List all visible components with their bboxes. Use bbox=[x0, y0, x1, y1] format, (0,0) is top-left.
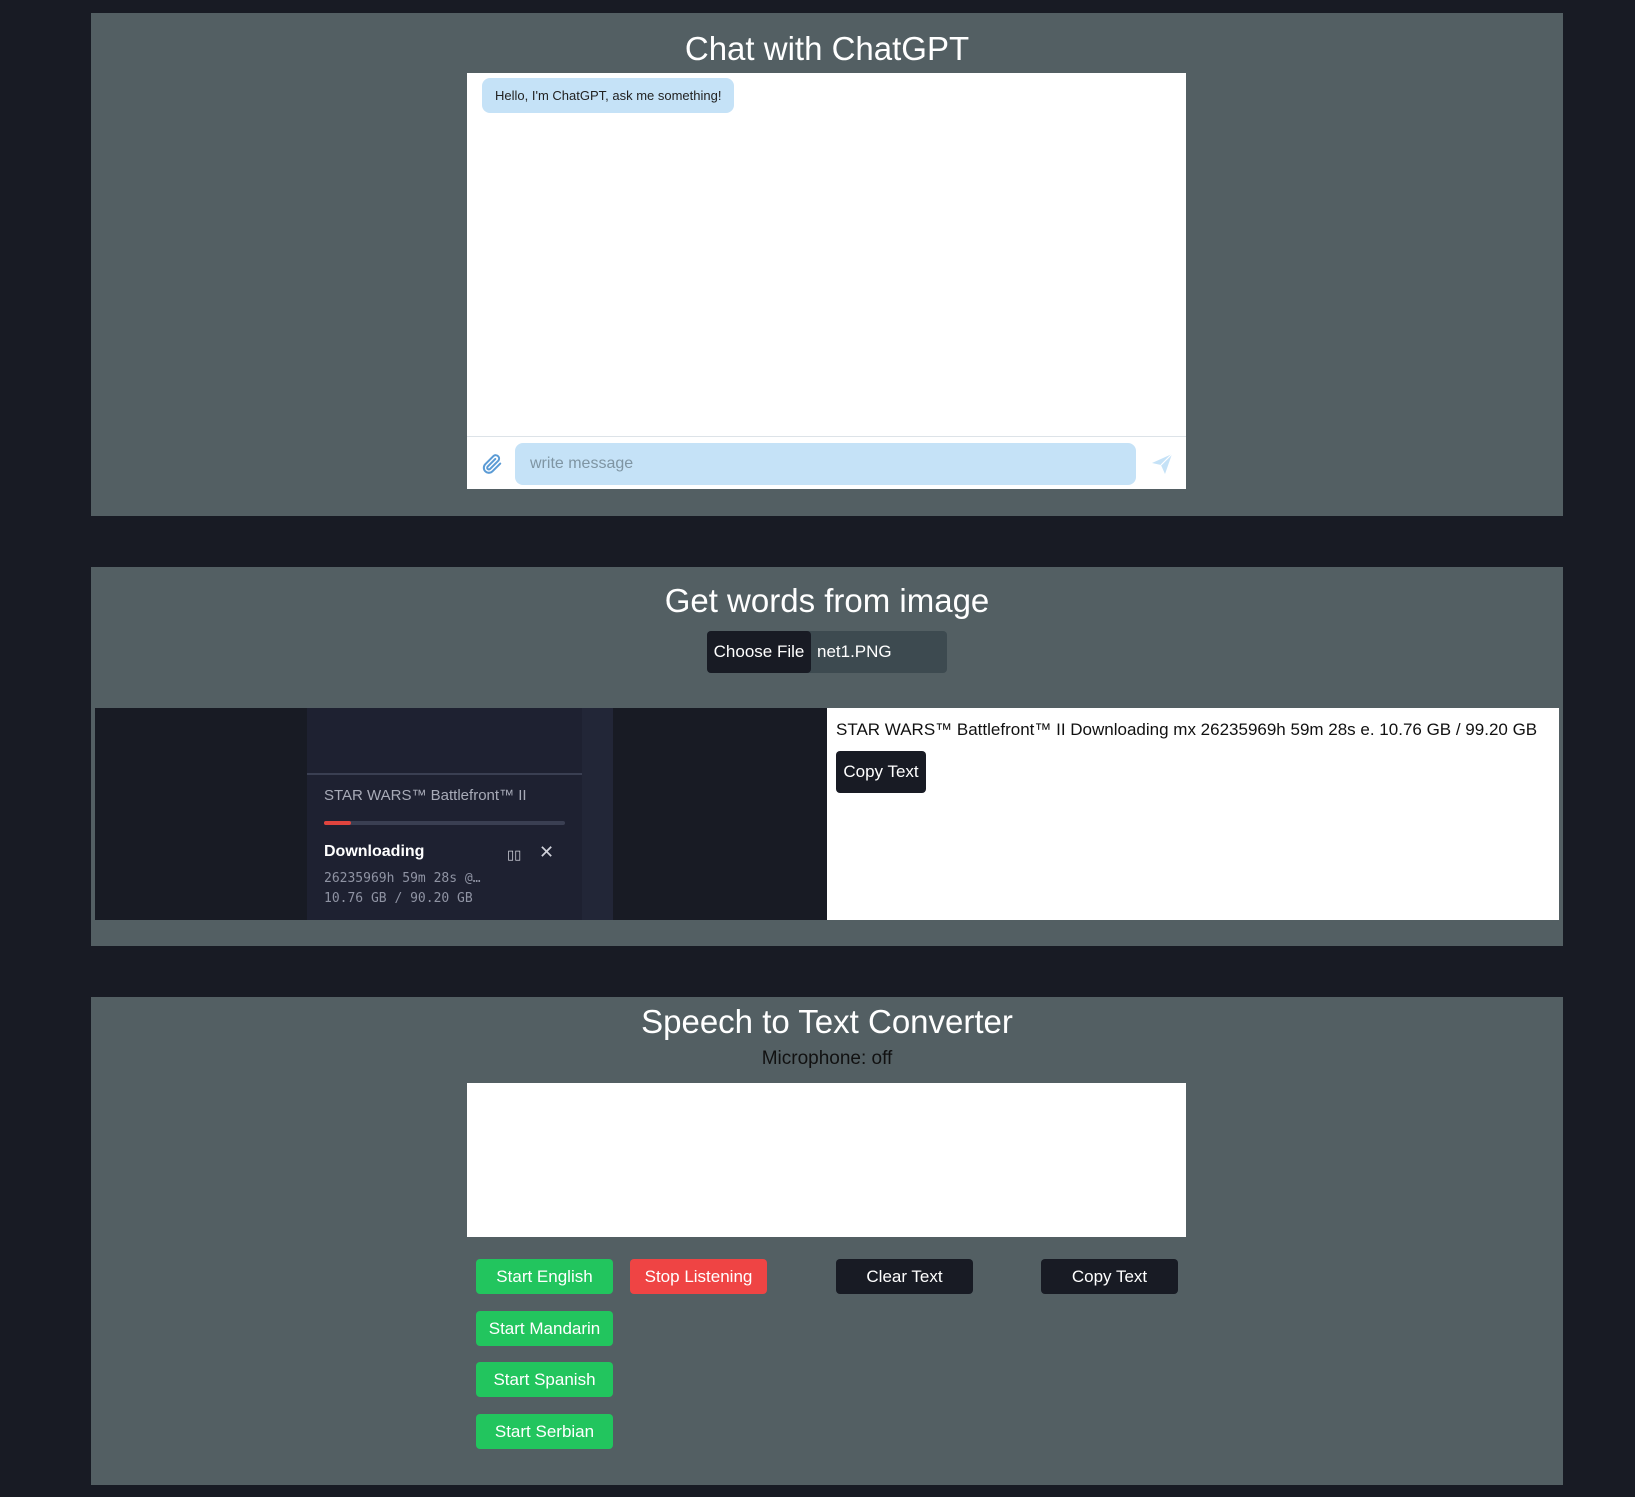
ocr-copy-text-button[interactable]: Copy Text bbox=[836, 751, 926, 793]
close-icon: ✕ bbox=[539, 842, 555, 862]
start-serbian-button[interactable]: Start Serbian bbox=[476, 1414, 613, 1449]
chat-window: Hello, I'm ChatGPT, ask me something! bbox=[467, 73, 1186, 489]
download-progress-fill bbox=[324, 821, 351, 825]
chat-message-bubble: Hello, I'm ChatGPT, ask me something! bbox=[482, 78, 735, 113]
pause-icon: ▯▯ bbox=[507, 847, 522, 862]
uploaded-image-preview: STAR WARS™ Battlefront™ II Downloading ▯… bbox=[95, 708, 827, 920]
send-icon[interactable] bbox=[1150, 452, 1174, 476]
speech-panel: Speech to Text Converter Microphone: off… bbox=[91, 997, 1563, 1485]
screenshot-divider bbox=[307, 773, 582, 775]
screenshot-size: 10.76 GB / 90.20 GB bbox=[324, 891, 473, 906]
speech-title: Speech to Text Converter bbox=[641, 1003, 1013, 1040]
file-picker[interactable]: Choose File net1.PNG bbox=[707, 631, 947, 673]
start-mandarin-button[interactable]: Start Mandarin bbox=[476, 1311, 613, 1346]
selected-file-name: net1.PNG bbox=[817, 642, 892, 661]
speech-transcript-area[interactable] bbox=[467, 1083, 1186, 1237]
image-ocr-panel: Get words from image Choose File net1.PN… bbox=[91, 567, 1563, 946]
screenshot-game-title: STAR WARS™ Battlefront™ II bbox=[324, 787, 527, 804]
start-english-button[interactable]: Start English bbox=[476, 1259, 613, 1294]
download-card-screenshot: STAR WARS™ Battlefront™ II Downloading ▯… bbox=[307, 708, 613, 920]
chat-input-bar bbox=[467, 436, 1186, 489]
image-ocr-title: Get words from image bbox=[664, 582, 990, 619]
screenshot-status: Downloading bbox=[324, 843, 425, 860]
download-progress-bar bbox=[324, 821, 565, 825]
start-spanish-button[interactable]: Start Spanish bbox=[476, 1362, 613, 1397]
microphone-status: Microphone: off bbox=[761, 1048, 893, 1069]
extracted-text: STAR WARS™ Battlefront™ II Downloading m… bbox=[836, 720, 1538, 739]
clear-text-button[interactable]: Clear Text bbox=[836, 1259, 973, 1294]
screenshot-time-remaining: 26235969h 59m 28s @… bbox=[324, 871, 481, 886]
choose-file-button[interactable]: Choose File bbox=[707, 631, 811, 673]
stop-listening-button[interactable]: Stop Listening bbox=[630, 1259, 767, 1294]
speech-copy-text-button[interactable]: Copy Text bbox=[1041, 1259, 1178, 1294]
chat-panel: Chat with ChatGPT Hello, I'm ChatGPT, as… bbox=[91, 13, 1563, 516]
ocr-output-box: STAR WARS™ Battlefront™ II Downloading m… bbox=[827, 708, 1559, 920]
chat-title: Chat with ChatGPT bbox=[684, 30, 970, 67]
screenshot-side-strip bbox=[582, 708, 613, 920]
chat-message-input[interactable] bbox=[515, 443, 1136, 485]
paperclip-icon[interactable] bbox=[481, 453, 503, 475]
